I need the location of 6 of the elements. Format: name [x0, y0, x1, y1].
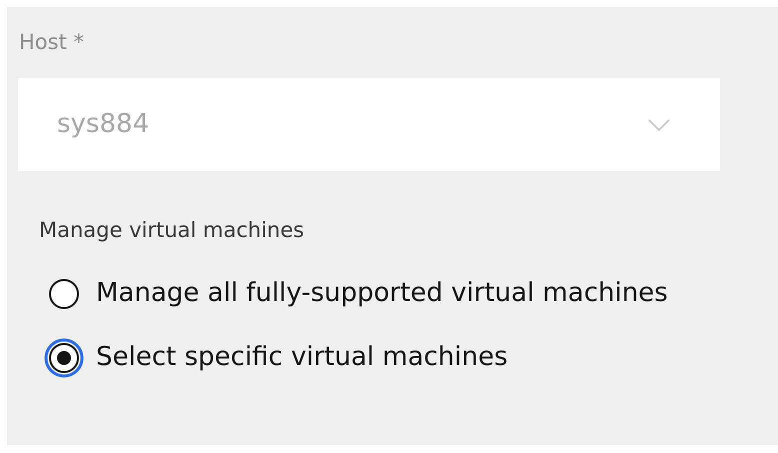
radio-button[interactable]	[44, 338, 84, 378]
field-label: Host *	[19, 29, 85, 55]
radio-label[interactable]: Select specific virtual machines	[96, 338, 508, 377]
radio-label[interactable]: Manage all fully-supported virtual machines	[96, 274, 668, 313]
chevron-down-icon	[648, 118, 670, 130]
group-label: Manage virtual machines	[39, 217, 306, 244]
